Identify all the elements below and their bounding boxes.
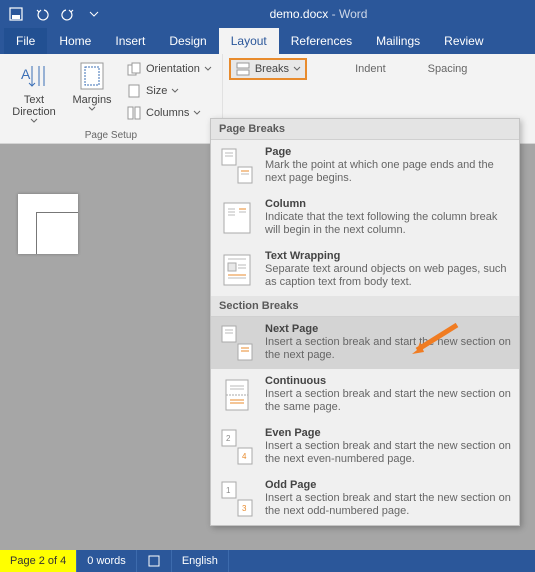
breaks-icon — [235, 61, 251, 77]
status-words[interactable]: 0 words — [77, 550, 137, 572]
columns-icon — [126, 105, 142, 121]
tab-references[interactable]: References — [279, 28, 364, 54]
text-wrapping-icon — [219, 250, 255, 290]
menu-item-continuous[interactable]: Continuous Insert a section break and st… — [211, 369, 519, 421]
svg-text:A: A — [21, 66, 31, 82]
svg-text:4: 4 — [242, 452, 247, 461]
chevron-down-icon — [88, 106, 96, 112]
status-page[interactable]: Page 2 of 4 — [0, 550, 77, 572]
tab-file[interactable]: File — [4, 28, 47, 54]
menu-item-column[interactable]: Column Indicate that the text following … — [211, 192, 519, 244]
chevron-down-icon — [171, 88, 179, 94]
chevron-down-icon — [293, 66, 301, 72]
dropdown-header-section-breaks: Section Breaks — [211, 296, 519, 317]
svg-text:2: 2 — [226, 434, 231, 443]
text-direction-icon: A — [18, 60, 50, 92]
menu-item-next-page[interactable]: Next Page Insert a section break and sta… — [211, 317, 519, 369]
size-icon — [126, 83, 142, 99]
tab-design[interactable]: Design — [157, 28, 218, 54]
continuous-icon — [219, 375, 255, 415]
spacing-label: Spacing — [424, 58, 472, 80]
redo-icon[interactable] — [56, 2, 80, 26]
breaks-button[interactable]: Breaks — [229, 58, 307, 80]
tab-layout[interactable]: Layout — [219, 28, 279, 54]
window-title: demo.docx - Word — [106, 7, 531, 21]
svg-text:1: 1 — [226, 486, 231, 495]
chevron-down-icon — [30, 118, 38, 124]
status-language[interactable]: English — [172, 550, 229, 572]
menu-item-even-page[interactable]: 24 Even Page Insert a section break and … — [211, 421, 519, 473]
tab-mailings[interactable]: Mailings — [364, 28, 432, 54]
qat-customize-icon[interactable] — [82, 2, 106, 26]
group-label-page-setup: Page Setup — [6, 128, 216, 141]
dropdown-header-page-breaks: Page Breaks — [211, 119, 519, 140]
menu-item-page[interactable]: Page Mark the point at which one page en… — [211, 140, 519, 192]
margins-button[interactable]: Margins — [64, 58, 120, 128]
menu-item-odd-page[interactable]: 13 Odd Page Insert a section break and s… — [211, 473, 519, 525]
breaks-dropdown: Page Breaks Page Mark the point at which… — [210, 118, 520, 526]
tab-review[interactable]: Review — [432, 28, 495, 54]
save-icon[interactable] — [4, 2, 28, 26]
ribbon-tabs: File Home Insert Design Layout Reference… — [0, 28, 535, 54]
tab-insert[interactable]: Insert — [103, 28, 157, 54]
page-break-icon — [219, 146, 255, 186]
text-direction-button[interactable]: A Text Direction — [6, 58, 62, 128]
margins-icon — [76, 60, 108, 92]
orientation-button[interactable]: Orientation — [122, 58, 216, 80]
column-break-icon — [219, 198, 255, 238]
odd-page-icon: 13 — [219, 479, 255, 519]
next-page-icon — [219, 323, 255, 363]
menu-item-text-wrapping[interactable]: Text Wrapping Separate text around objec… — [211, 244, 519, 296]
undo-icon[interactable] — [30, 2, 54, 26]
page-corner — [18, 194, 78, 254]
tab-home[interactable]: Home — [47, 28, 103, 54]
status-spellcheck-icon[interactable] — [137, 550, 172, 572]
chevron-down-icon — [204, 66, 212, 72]
chevron-down-icon — [193, 110, 201, 116]
even-page-icon: 24 — [219, 427, 255, 467]
size-button[interactable]: Size — [122, 80, 216, 102]
svg-text:3: 3 — [242, 504, 247, 513]
orientation-icon — [126, 61, 142, 77]
columns-button[interactable]: Columns — [122, 102, 216, 124]
indent-label: Indent — [351, 58, 390, 80]
